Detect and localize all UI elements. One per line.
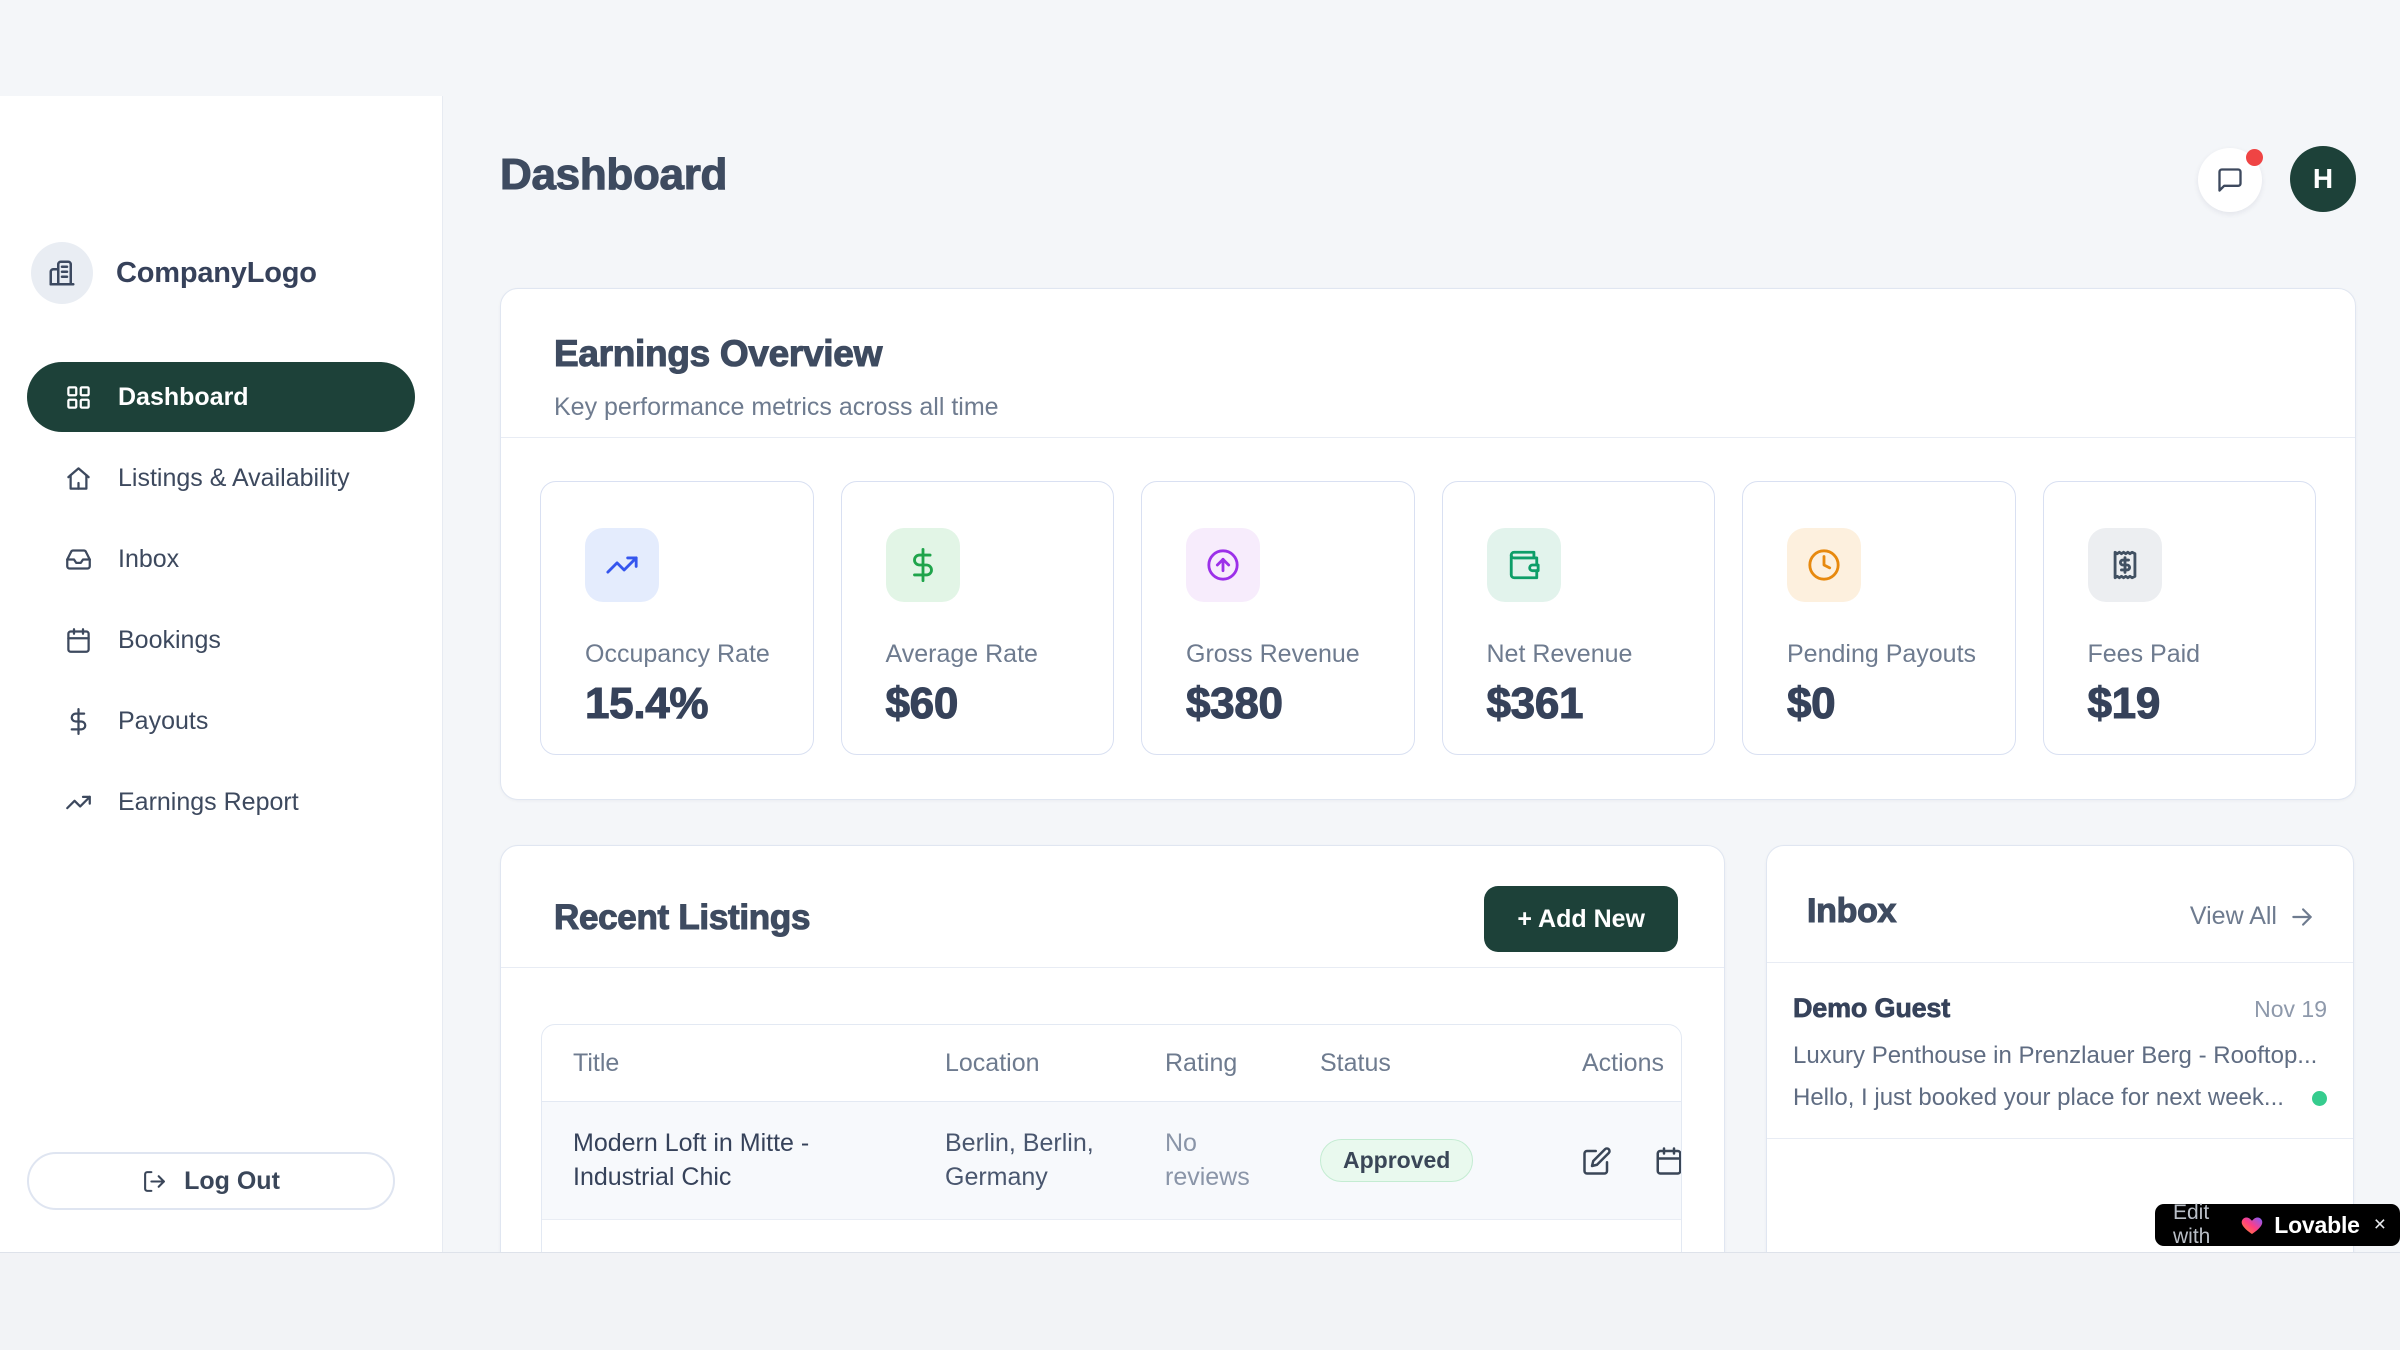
brand-name: CompanyLogo <box>116 257 317 290</box>
arrow-up-circle-icon <box>1186 528 1260 602</box>
inbox-title: Inbox <box>1807 892 1896 931</box>
clock-icon <box>1787 528 1861 602</box>
message-sender: Demo Guest <box>1793 993 1950 1024</box>
sidebar-item-label: Inbox <box>118 545 179 574</box>
brand: CompanyLogo <box>31 242 317 304</box>
earnings-overview-card: Earnings Overview Key performance metric… <box>500 288 2356 800</box>
logout-icon <box>142 1169 167 1194</box>
metric-value: 15.4% <box>585 679 793 729</box>
avatar[interactable]: H <box>2290 146 2356 212</box>
metric-value: $19 <box>2088 679 2296 729</box>
avatar-initial: H <box>2313 163 2333 195</box>
close-icon[interactable]: × <box>2374 1213 2386 1237</box>
metric-label: Occupancy Rate <box>585 640 793 669</box>
sidebar-item-label: Bookings <box>118 626 221 655</box>
metric-card-occupancy-rate: Occupancy Rate 15.4% <box>540 481 814 755</box>
home-icon <box>65 465 92 492</box>
receipt-icon <box>2088 528 2162 602</box>
column-header-actions: Actions <box>1582 1049 1682 1078</box>
dollar-sign-icon <box>65 708 92 735</box>
sidebar-nav: Dashboard Listings & Availability Inb <box>27 362 415 837</box>
metric-label: Gross Revenue <box>1186 640 1394 669</box>
page-title: Dashboard <box>500 150 727 200</box>
lovable-prefix: Edit with <box>2173 1201 2230 1249</box>
chat-bubble-icon <box>2216 166 2244 194</box>
metric-card-gross-revenue: Gross Revenue $380 <box>1141 481 1415 755</box>
sidebar-item-earnings-report[interactable]: Earnings Report <box>27 767 415 837</box>
add-new-button[interactable]: + Add New <box>1484 886 1678 952</box>
metric-label: Average Rate <box>886 640 1094 669</box>
logout-label: Log Out <box>184 1167 280 1196</box>
metric-value: $380 <box>1186 679 1394 729</box>
edit-icon[interactable] <box>1582 1146 1612 1176</box>
heart-icon <box>2240 1213 2264 1237</box>
wallet-icon <box>1487 528 1561 602</box>
logout-button[interactable]: Log Out <box>27 1152 395 1210</box>
messages-button[interactable] <box>2198 148 2262 212</box>
listing-title: Modern Loft in Mitte - Industrial Chic <box>573 1127 945 1195</box>
earnings-subtitle: Key performance metrics across all time <box>554 393 999 422</box>
column-header-location: Location <box>945 1049 1165 1078</box>
message-date: Nov 19 <box>2254 996 2327 1023</box>
sidebar-item-payouts[interactable]: Payouts <box>27 686 415 756</box>
trending-up-icon <box>65 789 92 816</box>
inbox-message[interactable]: Demo Guest Nov 19 Luxury Penthouse in Pr… <box>1767 963 2353 1139</box>
dollar-sign-icon <box>886 528 960 602</box>
metric-card-fees-paid: Fees Paid $19 <box>2043 481 2317 755</box>
sidebar: CompanyLogo Dashboard Listings & <box>0 96 443 1252</box>
sidebar-item-label: Dashboard <box>118 383 249 412</box>
calendar-icon[interactable] <box>1654 1146 1682 1176</box>
sidebar-item-bookings[interactable]: Bookings <box>27 605 415 675</box>
lovable-label: Lovable <box>2274 1212 2360 1239</box>
recent-listings-title: Recent Listings <box>554 898 810 938</box>
table-header-row: Title Location Rating Status Actions <box>542 1025 1681 1102</box>
metric-value: $0 <box>1787 679 1995 729</box>
message-listing: Luxury Penthouse in Prenzlauer Berg - Ro… <box>1793 1042 2327 1070</box>
listing-rating: No reviews <box>1165 1127 1320 1195</box>
listing-actions <box>1582 1146 1682 1176</box>
trending-up-icon <box>585 528 659 602</box>
view-all-link[interactable]: View All <box>2190 902 2315 931</box>
metric-value: $361 <box>1487 679 1695 729</box>
message-preview: Hello, I just booked your place for next… <box>1793 1084 2284 1112</box>
metric-label: Pending Payouts <box>1787 640 1995 669</box>
sidebar-item-listings[interactable]: Listings & Availability <box>27 443 415 513</box>
company-logo-icon <box>31 242 93 304</box>
notification-dot <box>2246 149 2263 166</box>
sidebar-item-dashboard[interactable]: Dashboard <box>27 362 415 432</box>
metric-value: $60 <box>886 679 1094 729</box>
view-all-label: View All <box>2190 902 2277 931</box>
divider <box>501 967 1724 968</box>
inbox-icon <box>65 546 92 573</box>
table-row[interactable]: Modern Loft in Mitte - Industrial Chic B… <box>542 1102 1681 1220</box>
metric-card-pending-payouts: Pending Payouts $0 <box>1742 481 2016 755</box>
metrics-row: Occupancy Rate 15.4% Average Rate $60 <box>540 481 2316 755</box>
grid-icon <box>65 384 92 411</box>
viewport-footer-band <box>0 1252 2400 1350</box>
sidebar-item-inbox[interactable]: Inbox <box>27 524 415 594</box>
metric-label: Fees Paid <box>2088 640 2296 669</box>
calendar-icon <box>65 627 92 654</box>
column-header-status: Status <box>1320 1049 1582 1078</box>
status-badge: Approved <box>1320 1139 1473 1182</box>
listing-location: Berlin, Berlin, Germany <box>945 1127 1165 1195</box>
sidebar-item-label: Listings & Availability <box>118 464 350 493</box>
sidebar-item-label: Payouts <box>118 707 208 736</box>
unread-dot <box>2312 1091 2327 1106</box>
column-header-rating: Rating <box>1165 1049 1320 1078</box>
arrow-right-icon <box>2289 904 2315 930</box>
sidebar-item-label: Earnings Report <box>118 788 299 817</box>
column-header-title: Title <box>573 1049 945 1078</box>
listing-status-cell: Approved <box>1320 1139 1582 1182</box>
dashboard-page: CompanyLogo Dashboard Listings & <box>0 0 2400 1350</box>
metric-card-average-rate: Average Rate $60 <box>841 481 1115 755</box>
divider <box>501 437 2355 438</box>
metric-card-net-revenue: Net Revenue $361 <box>1442 481 1716 755</box>
metric-label: Net Revenue <box>1487 640 1695 669</box>
earnings-title: Earnings Overview <box>554 333 882 375</box>
edit-with-lovable-badge[interactable]: Edit with Lovable × <box>2155 1204 2400 1246</box>
